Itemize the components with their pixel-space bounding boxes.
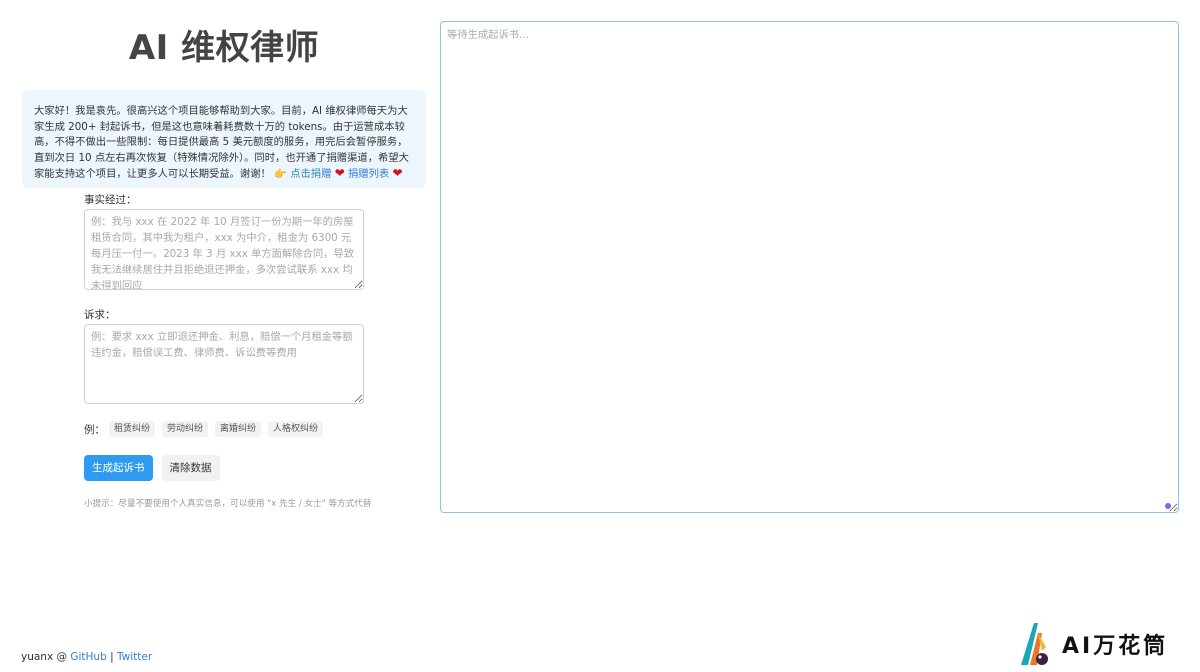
claims-input[interactable]	[84, 324, 364, 404]
assistant-dot-icon	[1165, 503, 1171, 509]
pointing-hand-icon: 👉	[274, 168, 287, 180]
watermark-logo: AI万花筒	[1018, 620, 1184, 668]
page-title: AI 维权律师	[128, 28, 320, 68]
twitter-link[interactable]: Twitter	[117, 651, 152, 663]
example-tag-divorce[interactable]: 离婚纠纷	[215, 421, 262, 437]
notice-box: 大家好！我是袁先。很高兴这个项目能够帮助到大家。目前，AI 维权律师每天为大家生…	[22, 90, 426, 188]
claims-label: 诉求：	[84, 309, 116, 321]
form-actions: 生成起诉书 清除数据	[84, 455, 364, 481]
donate-link[interactable]: 点击捐赠	[290, 168, 331, 180]
examples-label: 例：	[84, 423, 105, 436]
generate-button[interactable]: 生成起诉书	[84, 455, 153, 481]
footer-author: yuanx @	[21, 651, 71, 663]
example-tag-personality-rights[interactable]: 人格权纠纷	[268, 421, 324, 437]
watermark-text: AI万花筒	[1062, 634, 1169, 659]
output-textarea[interactable]	[440, 21, 1179, 513]
facts-input[interactable]	[84, 209, 364, 290]
lawsuit-form: 事实经过： 诉求： 例： 租赁纠纷 劳动纠纷 离婚纠纷 人格权纠纷 生成起诉书 …	[84, 192, 372, 509]
footer-separator: |	[106, 651, 117, 663]
heart-icon: ❤	[334, 166, 345, 180]
examples-row: 例： 租赁纠纷 劳动纠纷 离婚纠纷 人格权纠纷	[84, 420, 364, 438]
github-link[interactable]: GitHub	[70, 651, 106, 663]
example-tag-rental[interactable]: 租赁纠纷	[109, 421, 156, 437]
donor-list-link[interactable]: 捐赠列表	[348, 168, 389, 180]
privacy-hint: 小提示：尽量不要使用个人真实信息，可以使用 "x 先生 / 女士" 等方式代替	[84, 499, 372, 509]
facts-label: 事实经过：	[84, 194, 137, 206]
example-tag-labor[interactable]: 劳动纠纷	[162, 421, 209, 437]
heart-icon: ❤	[392, 166, 403, 180]
clear-button[interactable]: 清除数据	[161, 455, 220, 481]
footer: yuanx @ GitHub | Twitter	[21, 651, 152, 663]
kaleidoscope-logo-icon	[1021, 623, 1048, 665]
